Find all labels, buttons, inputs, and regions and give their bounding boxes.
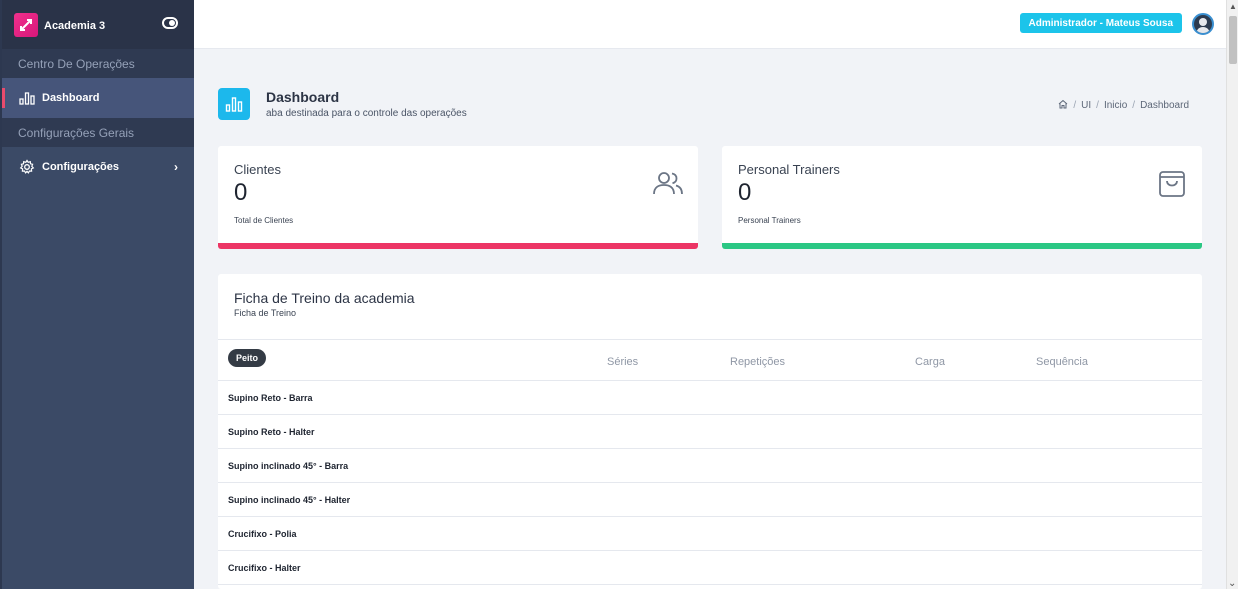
personal-trainers-card: Personal Trainers 0 Personal Trainers — [722, 146, 1202, 249]
card-description: Personal Trainers — [738, 216, 801, 225]
breadcrumb-item-ui[interactable]: UI — [1081, 100, 1091, 111]
admin-user-button[interactable]: Administrador - Mateus Sousa — [1019, 13, 1182, 33]
sidebar-toggle-icon[interactable] — [162, 17, 178, 29]
shopping-bag-icon — [1156, 168, 1188, 200]
card-label: Personal Trainers — [738, 162, 840, 177]
users-icon — [652, 168, 684, 200]
chevron-right-icon: › — [174, 160, 178, 174]
table-header: Peito Séries Repetições Carga Sequência — [218, 339, 1202, 381]
brand-name: Academia 3 — [44, 20, 106, 32]
section-label-operations: Centro De Operações — [2, 49, 194, 78]
breadcrumb-item-dashboard: Dashboard — [1140, 100, 1189, 111]
panel-title: Ficha de Treino da academia — [234, 290, 415, 306]
card-color-bar — [218, 243, 698, 249]
page-subtitle: aba destinada para o controle das operaç… — [266, 108, 467, 119]
scroll-down-icon[interactable]: ⌄ — [1228, 578, 1236, 589]
scroll-thumb[interactable] — [1229, 16, 1237, 64]
card-color-bar — [722, 243, 1202, 249]
page-title: Dashboard — [266, 89, 340, 105]
table-row: Supino inclinado 45° - Halter — [218, 483, 1202, 517]
table-row: Supino Reto - Halter — [218, 415, 1202, 449]
top-bar: Administrador - Mateus Sousa — [194, 0, 1226, 49]
breadcrumb: / UI / Inicio / Dashboard — [1058, 99, 1189, 112]
column-header-sequencia: Sequência — [1036, 356, 1088, 368]
sidebar-item-configuracoes[interactable]: Configurações › — [2, 147, 194, 187]
breadcrumb-item-inicio[interactable]: Inicio — [1104, 100, 1127, 111]
avatar[interactable] — [1192, 13, 1214, 35]
brand: Academia 3 — [2, 0, 194, 49]
column-header-series: Séries — [607, 356, 639, 368]
page-bar-chart-icon — [218, 88, 250, 120]
sidebar-item-dashboard[interactable]: Dashboard — [2, 78, 194, 118]
workout-panel: Ficha de Treino da academia Ficha de Tre… — [218, 274, 1202, 589]
table-row: Crucifixo - Polia — [218, 517, 1202, 551]
breadcrumb-separator: / — [1073, 100, 1077, 111]
bar-chart-icon — [18, 89, 36, 107]
table-row: Supino Reto - Barra — [218, 381, 1202, 415]
sidebar: Academia 3 Centro De Operações Dashboard… — [0, 0, 194, 589]
sidebar-item-label: Dashboard — [42, 92, 100, 104]
breadcrumb-separator: / — [1132, 100, 1136, 111]
brand-logo-icon — [14, 12, 38, 37]
column-header-carga: Carga — [915, 356, 945, 368]
page-scrollbar[interactable]: ▲ ⌄ — [1226, 0, 1238, 589]
table-row: Crucifixo - Halter — [218, 551, 1202, 585]
sidebar-item-label: Configurações — [42, 161, 120, 173]
column-header-repeticoes: Repetições — [730, 356, 786, 368]
table-body: Supino Reto - Barra Supino Reto - Halter… — [218, 381, 1202, 585]
table-row: Supino inclinado 45° - Barra — [218, 449, 1202, 483]
clientes-card: Clientes 0 Total de Clientes — [218, 146, 698, 249]
panel-subtitle: Ficha de Treino — [234, 308, 297, 318]
card-label: Clientes — [234, 162, 281, 177]
gear-icon — [18, 158, 36, 176]
card-value: 0 — [738, 179, 752, 206]
card-description: Total de Clientes — [234, 216, 294, 225]
muscle-group-badge: Peito — [228, 349, 267, 367]
breadcrumb-separator: / — [1096, 100, 1099, 111]
home-icon[interactable] — [1058, 99, 1068, 112]
card-value: 0 — [234, 179, 248, 206]
section-label-settings: Configurações Gerais — [2, 118, 194, 147]
scroll-up-icon[interactable]: ▲ — [1229, 2, 1237, 11]
